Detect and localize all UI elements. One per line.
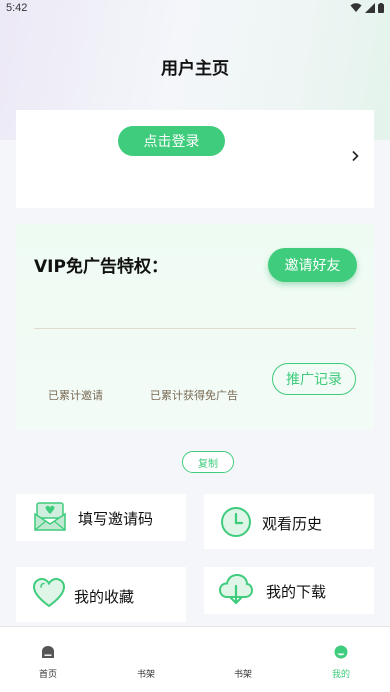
wifi-icon — [350, 3, 362, 12]
nav-label-profile: 我的 — [331, 670, 350, 680]
login-button[interactable]: 点击登录 — [118, 126, 225, 156]
my-downloads-label: 我的下载 — [266, 583, 327, 601]
vip-divider — [34, 328, 356, 329]
nav-label-bookshelf-2: 书架 — [233, 670, 252, 680]
nav-item-profile[interactable]: 我的 — [311, 627, 371, 692]
bottom-nav: 首页 书架 书架 我的 — [0, 626, 390, 692]
login-card[interactable]: 点击登录 — [16, 110, 374, 208]
copy-button[interactable]: 复制 — [182, 451, 234, 473]
signal-icon — [365, 3, 375, 13]
status-bar: 5:42 — [0, 0, 390, 18]
vip-card: VIP免广告特权： 邀请好友 推广记录 已累计邀请 已累计获得免广告 — [16, 224, 374, 430]
my-favorites-tile[interactable]: 我的收藏 — [16, 567, 186, 622]
nav-item-bookshelf-2[interactable]: 书架 — [213, 627, 273, 692]
invite-envelope-icon — [34, 502, 66, 531]
nav-label-home: 首页 — [38, 670, 57, 680]
stat-invited-label: 已累计邀请 — [48, 389, 103, 402]
vip-title: VIP免广告特权： — [34, 257, 168, 277]
chevron-right-icon[interactable] — [350, 150, 360, 162]
nav-item-home[interactable]: 首页 — [18, 627, 78, 692]
heart-icon — [32, 577, 66, 608]
status-time: 5:42 — [6, 2, 28, 14]
promotion-records-button[interactable]: 推广记录 — [272, 363, 356, 395]
watch-history-label: 观看历史 — [262, 515, 323, 533]
my-favorites-label: 我的收藏 — [74, 588, 135, 606]
stat-adfree-label: 已累计获得免广告 — [150, 389, 238, 402]
clock-icon — [221, 507, 251, 537]
profile-icon — [334, 645, 348, 659]
cloud-download-icon — [218, 573, 254, 605]
nav-item-bookshelf[interactable]: 书架 — [116, 627, 176, 692]
status-icons — [350, 3, 384, 13]
my-downloads-tile[interactable]: 我的下载 — [204, 567, 374, 614]
page-title: 用户主页 — [161, 59, 229, 79]
enter-invite-code-label: 填写邀请码 — [78, 510, 154, 528]
home-icon — [42, 646, 54, 658]
invite-friends-button[interactable]: 邀请好友 — [268, 248, 357, 282]
watch-history-tile[interactable]: 观看历史 — [204, 494, 374, 549]
battery-icon — [378, 3, 384, 13]
enter-invite-code-tile[interactable]: 填写邀请码 — [16, 494, 186, 541]
nav-label-bookshelf: 书架 — [136, 670, 155, 680]
